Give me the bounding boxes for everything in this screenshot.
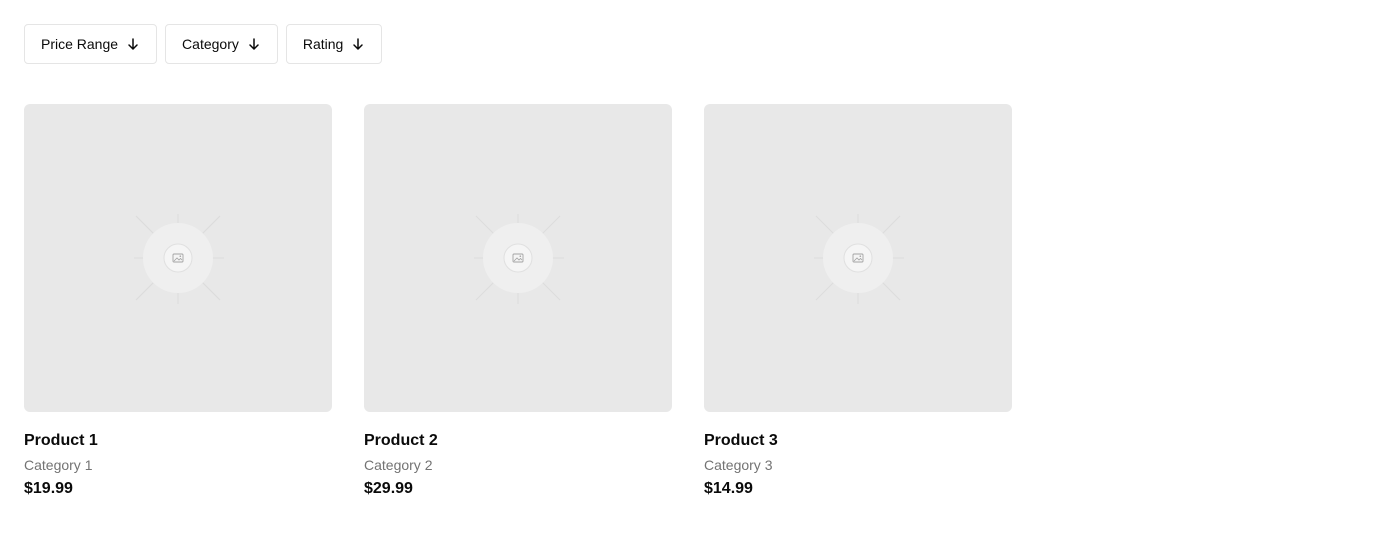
product-card[interactable]: Product 3 Category 3 $14.99 (704, 104, 1012, 499)
arrow-down-icon (353, 38, 364, 50)
product-name[interactable]: Product 2 (364, 431, 672, 451)
product-category: Category 1 (24, 457, 93, 473)
price-range-filter-label: Price Range (41, 36, 119, 52)
filter-bar: Price Range Category Rating (24, 24, 383, 64)
product-grid: Product 1 Category 1 $19.99 Product 2 Ca… (24, 104, 1012, 499)
product-price: $14.99 (704, 480, 753, 497)
product-card[interactable]: Product 2 Category 2 $29.99 (364, 104, 672, 499)
product-image[interactable] (364, 104, 672, 412)
rating-filter-label: Rating (302, 36, 344, 52)
product-price: $19.99 (24, 480, 73, 497)
rating-filter-button[interactable]: Rating (285, 24, 383, 64)
product-image[interactable] (704, 104, 1012, 412)
product-price: $29.99 (364, 480, 413, 497)
image-placeholder-icon (814, 214, 904, 304)
product-image[interactable] (24, 104, 332, 412)
category-filter-button[interactable]: Category (165, 24, 278, 64)
arrow-down-icon (128, 38, 138, 50)
product-name[interactable]: Product 1 (24, 431, 332, 451)
image-placeholder-icon (134, 214, 224, 304)
product-card[interactable]: Product 1 Category 1 $19.99 (24, 104, 332, 499)
image-placeholder-icon (474, 214, 564, 304)
category-filter-label: Category (182, 36, 239, 52)
product-category: Category 2 (364, 457, 433, 473)
price-range-filter-button[interactable]: Price Range (24, 24, 158, 64)
product-category: Category 3 (704, 457, 773, 473)
product-listing-page: Price Range Category Rating Product 1 Ca… (0, 0, 1376, 540)
arrow-down-icon (249, 38, 259, 50)
product-name[interactable]: Product 3 (704, 431, 1012, 451)
